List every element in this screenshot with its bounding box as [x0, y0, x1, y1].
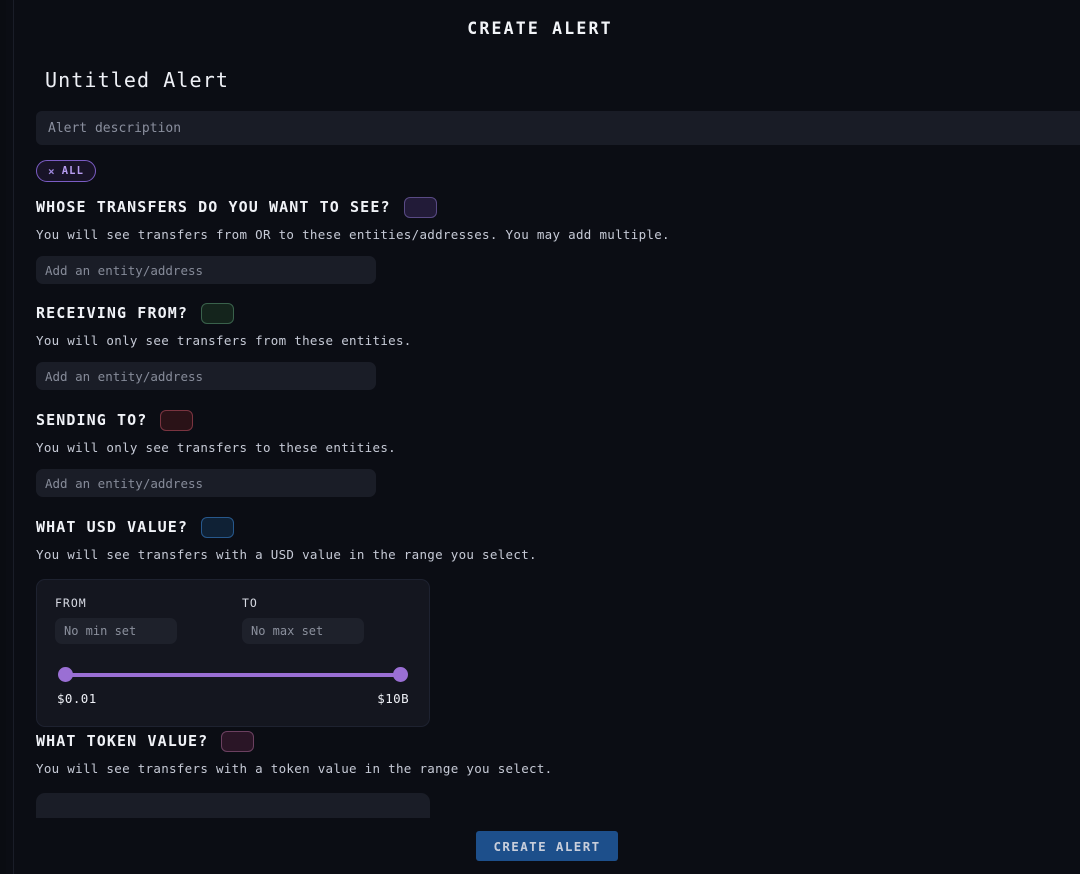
section-header: WHOSE TRANSFERS DO YOU WANT TO SEE?: [36, 196, 670, 218]
usd-from-label: FROM: [55, 596, 87, 610]
section-title: WHOSE TRANSFERS DO YOU WANT TO SEE?: [36, 198, 391, 216]
form-footer: CREATE ALERT: [14, 818, 1080, 874]
section-header: RECEIVING FROM?: [36, 302, 412, 324]
filter-chip-row: × ALL: [36, 160, 96, 182]
section-header: WHAT TOKEN VALUE?: [36, 730, 553, 752]
usd-max-input[interactable]: [242, 618, 364, 644]
section-token-value: WHAT TOKEN VALUE? You will see transfers…: [36, 730, 553, 818]
section-sending-to: SENDING TO? You will only see transfers …: [36, 409, 396, 497]
entity-address-input-to[interactable]: [36, 469, 376, 497]
usd-slider-scale: $0.01 $10B: [57, 691, 409, 706]
slider-thumb-max[interactable]: [393, 667, 408, 682]
section-description: You will see transfers from OR to these …: [36, 227, 670, 242]
section-description: You will see transfers with a token valu…: [36, 761, 553, 776]
create-alert-window: CREATE ALERT Untitled Alert × ALL WHOSE …: [0, 0, 1080, 874]
usd-to-label: TO: [242, 596, 258, 610]
alert-description-input[interactable]: [36, 111, 1080, 145]
usd-range-slider[interactable]: [58, 667, 408, 682]
section-description: You will only see transfers to these ent…: [36, 440, 396, 455]
window-left-edge: [0, 0, 6, 874]
section-description: You will see transfers with a USD value …: [36, 547, 537, 562]
alert-name[interactable]: Untitled Alert: [45, 68, 229, 92]
section-header: SENDING TO?: [36, 409, 396, 431]
create-alert-button[interactable]: CREATE ALERT: [476, 831, 618, 861]
section-title: WHAT TOKEN VALUE?: [36, 732, 209, 750]
slider-thumb-min[interactable]: [58, 667, 73, 682]
usd-min-input[interactable]: [55, 618, 177, 644]
usd-scale-min: $0.01: [57, 691, 97, 706]
section-tag-swatch[interactable]: [200, 302, 234, 324]
section-tag-swatch[interactable]: [200, 516, 234, 538]
section-receiving-from: RECEIVING FROM? You will only see transf…: [36, 302, 412, 390]
section-tag-swatch[interactable]: [403, 196, 437, 218]
entity-address-input-any[interactable]: [36, 256, 376, 284]
section-title: SENDING TO?: [36, 411, 148, 429]
section-tag-swatch[interactable]: [221, 730, 255, 752]
section-title: WHAT USD VALUE?: [36, 518, 188, 536]
usd-range-to-col: TO: [242, 596, 377, 644]
window-title: CREATE ALERT: [467, 18, 613, 38]
section-header: WHAT USD VALUE?: [36, 516, 537, 538]
close-icon[interactable]: ×: [48, 166, 56, 177]
window-titlebar: CREATE ALERT: [0, 0, 1080, 56]
token-range-card: [36, 793, 430, 818]
filter-chip-all[interactable]: × ALL: [36, 160, 96, 182]
usd-range-card: FROM TO $0.01 $10B: [36, 579, 430, 727]
alert-form-scroll-area[interactable]: Untitled Alert × ALL WHOSE TRANSFERS DO …: [14, 56, 1080, 818]
filter-chip-label: ALL: [61, 165, 84, 177]
section-tag-swatch[interactable]: [160, 409, 194, 431]
section-title: RECEIVING FROM?: [36, 304, 188, 322]
section-description: You will only see transfers from these e…: [36, 333, 412, 348]
section-whose-transfers: WHOSE TRANSFERS DO YOU WANT TO SEE? You …: [36, 196, 670, 284]
usd-range-fields: FROM TO: [55, 596, 411, 644]
usd-range-from-col: FROM: [55, 596, 190, 644]
entity-address-input-from[interactable]: [36, 362, 376, 390]
slider-track[interactable]: [61, 673, 405, 677]
usd-scale-max: $10B: [377, 691, 409, 706]
section-usd-value: WHAT USD VALUE? You will see transfers w…: [36, 516, 537, 727]
